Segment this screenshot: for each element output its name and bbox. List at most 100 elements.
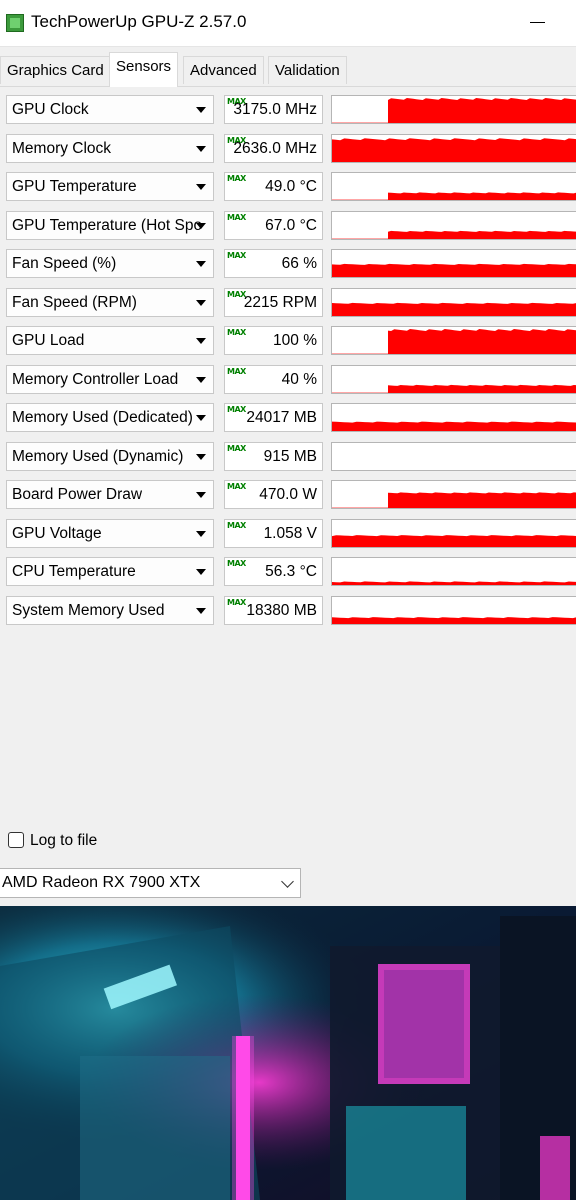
- sensor-name-dropdown[interactable]: Fan Speed (%): [6, 249, 214, 278]
- sensor-value-box[interactable]: MAX 2215 RPM: [224, 288, 323, 317]
- max-indicator: MAX: [227, 598, 246, 607]
- sensor-history-graph[interactable]: [331, 134, 576, 163]
- sensor-value-box[interactable]: MAX 100 %: [224, 326, 323, 355]
- history-graph-svg: [332, 384, 576, 393]
- tab-graphics-card[interactable]: Graphics Card: [0, 56, 111, 84]
- sensor-value-box[interactable]: MAX 24017 MB: [224, 403, 323, 432]
- sensor-history-graph[interactable]: [331, 519, 576, 548]
- history-graph-area: [332, 138, 576, 162]
- tab-sensors[interactable]: Sensors: [109, 52, 179, 87]
- sensor-history-graph[interactable]: [331, 442, 576, 471]
- sensor-history-graph[interactable]: [331, 403, 576, 432]
- sensor-value-box[interactable]: MAX 66 %: [224, 249, 323, 278]
- sensor-name-dropdown[interactable]: GPU Clock: [6, 95, 214, 124]
- sensor-value-box[interactable]: MAX 470.0 W: [224, 480, 323, 509]
- sensor-history-graph[interactable]: [331, 211, 576, 240]
- sensor-history-graph[interactable]: [331, 249, 576, 278]
- sensor-name-dropdown[interactable]: Fan Speed (RPM): [6, 288, 214, 317]
- minimize-button[interactable]: [518, 8, 558, 38]
- sensor-name-dropdown[interactable]: GPU Load: [6, 326, 214, 355]
- sensor-history-graph[interactable]: [331, 557, 576, 586]
- sensor-name-label: GPU Load: [12, 332, 85, 349]
- sensor-name-dropdown[interactable]: Memory Used (Dynamic): [6, 442, 214, 471]
- sensor-history-graph[interactable]: [331, 365, 576, 394]
- max-indicator: MAX: [227, 213, 246, 222]
- history-graph-baseline: [332, 507, 388, 508]
- sensor-value-box[interactable]: MAX 1.058 V: [224, 519, 323, 548]
- desktop-wallpaper: [0, 906, 576, 1200]
- dropdown-arrow-icon: [196, 569, 206, 575]
- history-graph-area: [388, 384, 576, 393]
- sensor-name-label: Memory Used (Dynamic): [12, 448, 184, 465]
- sensor-history-graph[interactable]: [331, 326, 576, 355]
- log-to-file-checkbox[interactable]: [8, 832, 24, 848]
- history-graph-area: [332, 535, 576, 547]
- sensor-name-label: Memory Controller Load: [12, 371, 179, 388]
- sensor-value: 915 MB: [263, 448, 317, 465]
- gpu-selector-value: AMD Radeon RX 7900 XTX: [2, 874, 201, 891]
- sensor-row: Memory Used (Dynamic) MAX 915 MB: [0, 442, 576, 472]
- sensor-name-dropdown[interactable]: Memory Clock: [6, 134, 214, 163]
- max-indicator: MAX: [227, 444, 246, 453]
- history-graph-baseline: [332, 392, 388, 393]
- sensor-history-graph[interactable]: [331, 288, 576, 317]
- max-indicator: MAX: [227, 482, 246, 491]
- sensor-value: 66 %: [281, 255, 317, 272]
- sensor-value-box[interactable]: MAX 56.3 °C: [224, 557, 323, 586]
- tab-validation[interactable]: Validation: [268, 56, 347, 84]
- sensor-name-dropdown[interactable]: GPU Temperature (Hot Spot): [6, 211, 214, 240]
- sensor-name-dropdown[interactable]: GPU Voltage: [6, 519, 214, 548]
- history-graph-svg: [332, 302, 576, 316]
- sensor-name-dropdown[interactable]: GPU Temperature: [6, 172, 214, 201]
- sensor-row: GPU Load MAX 100 %: [0, 326, 576, 356]
- sensor-name-dropdown[interactable]: Memory Controller Load: [6, 365, 214, 394]
- sensor-value: 67.0 °C: [265, 217, 317, 234]
- history-graph-svg: [332, 443, 576, 471]
- sensor-name-label: Memory Used (Dedicated): [12, 409, 193, 426]
- sensor-value-box[interactable]: MAX 40 %: [224, 365, 323, 394]
- sensor-value-box[interactable]: MAX 3175.0 MHz: [224, 95, 323, 124]
- history-graph-svg: [332, 492, 576, 508]
- sensor-name-dropdown[interactable]: CPU Temperature: [6, 557, 214, 586]
- sensor-history-graph[interactable]: [331, 172, 576, 201]
- gpu-selector-dropdown[interactable]: AMD Radeon RX 7900 XTX: [0, 868, 301, 898]
- sensor-value-box[interactable]: MAX 2636.0 MHz: [224, 134, 323, 163]
- max-indicator: MAX: [227, 251, 246, 260]
- sensor-history-graph[interactable]: [331, 95, 576, 124]
- history-graph-area: [388, 492, 576, 508]
- sensor-value-box[interactable]: MAX 67.0 °C: [224, 211, 323, 240]
- sensor-value-box[interactable]: MAX 49.0 °C: [224, 172, 323, 201]
- sensor-history-graph[interactable]: [331, 596, 576, 625]
- sensor-value: 18380 MB: [246, 602, 317, 619]
- sensor-history-graph[interactable]: [331, 480, 576, 509]
- sensor-value-box[interactable]: MAX 915 MB: [224, 442, 323, 471]
- sensor-name-dropdown[interactable]: Board Power Draw: [6, 480, 214, 509]
- dropdown-arrow-icon: [196, 415, 206, 421]
- sensor-name-dropdown[interactable]: System Memory Used: [6, 596, 214, 625]
- tab-advanced[interactable]: Advanced: [183, 56, 264, 84]
- sensor-name-label: System Memory Used: [12, 602, 165, 619]
- sensor-value-box[interactable]: MAX 18380 MB: [224, 596, 323, 625]
- sensor-row: Fan Speed (%) MAX 66 %: [0, 249, 576, 279]
- sensor-name-label: GPU Temperature (Hot Spot): [12, 217, 202, 234]
- chevron-down-icon: [281, 875, 294, 888]
- dropdown-arrow-icon: [196, 608, 206, 614]
- history-graph-area: [332, 421, 576, 431]
- dropdown-arrow-icon: [196, 184, 206, 190]
- title-bar[interactable]: TechPowerUp GPU-Z 2.57.0: [0, 0, 576, 47]
- sensor-name-label: Fan Speed (%): [12, 255, 117, 272]
- max-indicator: MAX: [227, 405, 246, 414]
- sensor-name-dropdown[interactable]: Memory Used (Dedicated): [6, 403, 214, 432]
- max-indicator: MAX: [227, 174, 246, 183]
- log-to-file-label[interactable]: Log to file: [30, 832, 97, 850]
- sensor-name-label: GPU Voltage: [12, 525, 102, 542]
- sensor-value: 56.3 °C: [265, 563, 317, 580]
- history-graph-svg: [332, 98, 576, 123]
- dropdown-arrow-icon: [196, 261, 206, 267]
- sensor-value: 470.0 W: [259, 486, 317, 503]
- dropdown-arrow-icon: [196, 492, 206, 498]
- history-graph-svg: [332, 535, 576, 547]
- sensor-name-label: Fan Speed (RPM): [12, 294, 137, 311]
- history-graph-svg: [332, 617, 576, 624]
- sensor-value: 24017 MB: [246, 409, 317, 426]
